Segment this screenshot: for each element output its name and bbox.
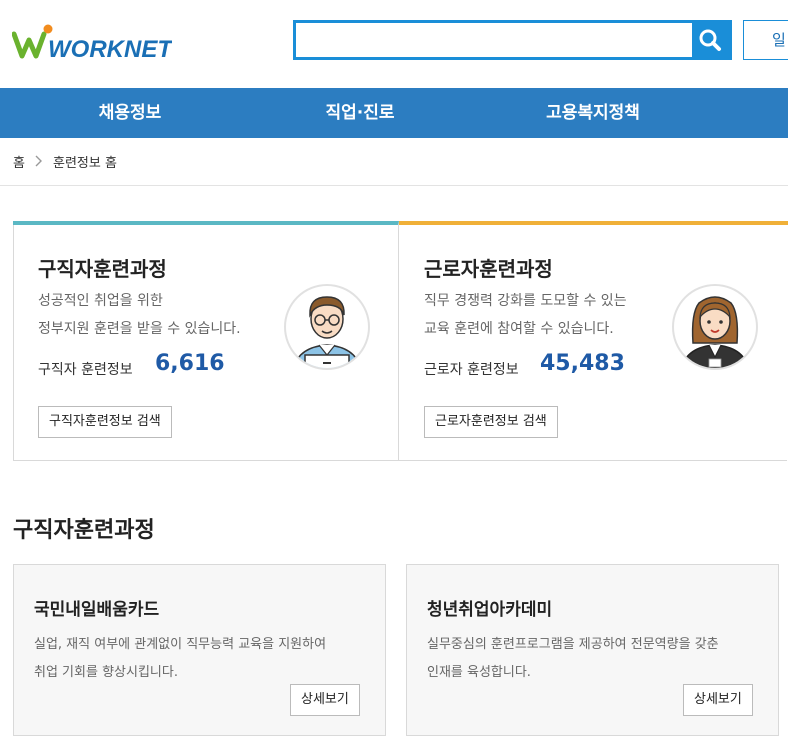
breadcrumb: 홈 훈련정보 홈: [0, 138, 788, 186]
jobseeker-title: 구직자훈련과정: [38, 257, 167, 281]
nav-item-career[interactable]: 직업·진로: [290, 88, 430, 138]
male-trainee-avatar: [284, 284, 370, 370]
login-button[interactable]: 일: [743, 20, 788, 60]
detail-button[interactable]: 상세보기: [683, 684, 753, 716]
card-description: 실무중심의 훈련프로그램을 제공하여 전문역량을 갖춘 인재를 육성합니다.: [427, 637, 719, 680]
worker-count[interactable]: 45,483: [540, 351, 625, 376]
worker-count-label: 근로자 훈련정보: [424, 362, 519, 378]
card-title[interactable]: 청년취업아카데미: [427, 595, 552, 620]
jobseeker-count-label: 구직자 훈련정보: [38, 362, 133, 378]
jobseeker-training-box: 구직자훈련과정 성공적인 취업을 위한 정부지원 훈련을 받을 수 있습니다. 구…: [13, 221, 399, 461]
nav-item-welfare[interactable]: 고용복지정책: [520, 88, 666, 138]
jobseeker-search-button[interactable]: 구직자훈련정보 검색: [38, 406, 172, 438]
section-title: 구직자훈련과정: [13, 518, 155, 543]
search-input[interactable]: [296, 23, 694, 57]
chevron-right-icon: [35, 155, 42, 167]
nav-item-jobs[interactable]: 채용정보: [60, 88, 200, 138]
worker-description: 직무 경쟁력 강화를 도모할 수 있는 교육 훈련에 참여할 수 있습니다.: [424, 293, 627, 337]
search-box: [293, 20, 732, 60]
header: WORKNET 일: [0, 0, 788, 88]
worker-training-box: 근로자훈련과정 직무 경쟁력 강화를 도모할 수 있는 교육 훈련에 참여할 수 …: [399, 221, 788, 461]
breadcrumb-home[interactable]: 홈: [13, 152, 25, 171]
female-trainee-avatar: [672, 284, 758, 370]
card-description: 실업, 재직 여부에 관계없이 직무능력 교육을 지원하여 취업 기회를 향상시킵…: [34, 637, 327, 680]
jobseeker-count[interactable]: 6,616: [155, 351, 225, 376]
search-icon: [699, 29, 721, 51]
logo-text: WORKNET: [48, 36, 172, 63]
jobseeker-description: 성공적인 취업을 위한 정부지원 훈련을 받을 수 있습니다.: [38, 293, 241, 337]
main-nav: 채용정보 직업·진로 고용복지정책: [0, 88, 788, 138]
worknet-logo[interactable]: WORKNET: [12, 20, 172, 66]
worker-title: 근로자훈련과정: [424, 257, 553, 281]
card-title[interactable]: 국민내일배움카드: [34, 595, 159, 620]
breadcrumb-current: 훈련정보 홈: [53, 156, 117, 171]
card-national-learning-card: 국민내일배움카드 실업, 재직 여부에 관계없이 직무능력 교육을 지원하여 취업…: [13, 564, 386, 736]
worker-search-button[interactable]: 근로자훈련정보 검색: [424, 406, 558, 438]
training-summary-panel: 구직자훈련과정 성공적인 취업을 위한 정부지원 훈련을 받을 수 있습니다. 구…: [13, 221, 788, 461]
detail-button[interactable]: 상세보기: [290, 684, 360, 716]
card-youth-academy: 청년취업아카데미 실무중심의 훈련프로그램을 제공하여 전문역량을 갖춘 인재를 …: [406, 564, 779, 736]
search-button[interactable]: [692, 23, 729, 57]
